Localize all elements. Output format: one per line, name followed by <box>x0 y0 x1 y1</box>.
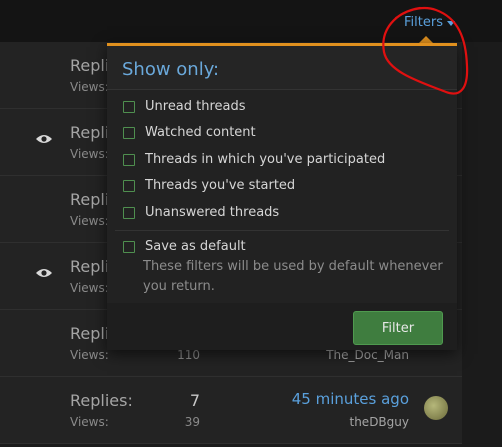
option-watched-content[interactable]: Watched content <box>123 125 256 140</box>
caret-down-icon <box>446 21 455 26</box>
option-unanswered[interactable]: Unanswered threads <box>123 205 279 220</box>
last-poster[interactable]: theDBguy <box>350 415 410 429</box>
option-label: Watched content <box>145 125 256 140</box>
checkbox[interactable] <box>123 240 135 253</box>
option-save-default[interactable]: Save as default <box>123 239 246 254</box>
filter-dropdown: Show only: Unread threads Watched conten… <box>107 43 457 350</box>
views-label: Views: <box>70 281 109 295</box>
option-started[interactable]: Threads you've started <box>123 178 295 193</box>
option-label: Unanswered threads <box>145 205 280 220</box>
views-label: Views: <box>70 415 109 429</box>
replies-label: Replies: <box>70 391 133 410</box>
filters-label: Filters <box>404 15 443 30</box>
option-label: Save as default <box>145 239 246 254</box>
views-label: Views: <box>70 80 109 94</box>
option-label: Unread threads <box>145 99 246 114</box>
filter-submit-button[interactable]: Filter <box>353 311 443 345</box>
checkbox[interactable] <box>123 179 135 192</box>
watched-eye-icon <box>36 269 52 277</box>
checkbox[interactable] <box>123 126 135 139</box>
views-label: Views: <box>70 147 109 161</box>
option-label: Threads you've started <box>145 178 296 193</box>
last-poster[interactable]: The_Doc_Man <box>326 348 409 362</box>
views-label: Views: <box>70 214 109 228</box>
divider <box>115 230 449 231</box>
checkbox[interactable] <box>123 206 135 219</box>
option-unread-threads[interactable]: Unread threads <box>123 99 246 114</box>
filters-button[interactable]: Filters <box>404 15 455 30</box>
right-gutter <box>462 42 502 447</box>
replies-count: 7 <box>189 391 200 410</box>
menu-title: Show only: <box>122 59 220 80</box>
views-label: Views: <box>70 348 109 362</box>
last-post-time[interactable]: 45 minutes ago <box>292 390 409 408</box>
watched-eye-icon <box>36 135 52 143</box>
save-default-hint: These filters will be used by default wh… <box>143 259 443 294</box>
option-label: Threads in which you've participated <box>145 152 386 167</box>
views-count: 110 <box>177 348 200 362</box>
views-count: 39 <box>184 415 200 429</box>
menu-footer: Filter <box>107 303 457 350</box>
option-participated[interactable]: Threads in which you've participated <box>123 152 385 167</box>
avatar[interactable] <box>424 396 448 420</box>
thread-row[interactable]: Replies: Views: 7 39 45 minutes ago theD… <box>0 377 462 444</box>
menu-pointer <box>419 36 433 43</box>
checkbox[interactable] <box>123 153 135 166</box>
checkbox[interactable] <box>123 100 135 113</box>
